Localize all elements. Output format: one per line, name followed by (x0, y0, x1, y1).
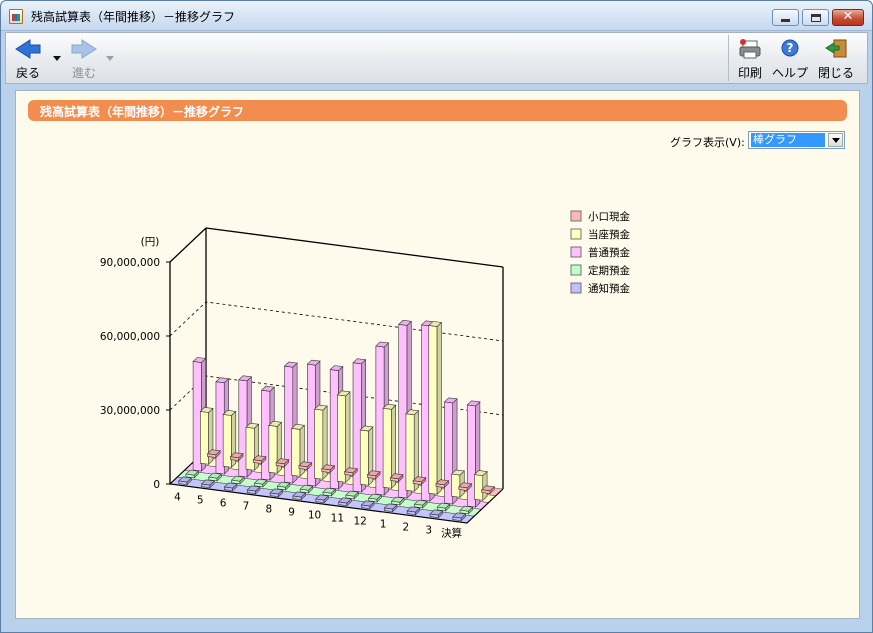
back-dropdown-arrow-icon[interactable] (53, 56, 61, 61)
back-label: 戻る (15, 66, 40, 80)
close-window-button[interactable]: ✕ (832, 9, 864, 26)
forward-dropdown-arrow-icon[interactable] (106, 56, 114, 61)
title-bar: 残高試算表（年間推移）－推移グラフ ✕ (1, 1, 872, 31)
toolbar: 戻る 進む 印刷 ? ヘルプ 閉じる (5, 32, 868, 84)
window-title: 残高試算表（年間推移）－推移グラフ (31, 10, 236, 24)
help-button[interactable]: ? ヘルプ (770, 36, 810, 81)
panel-header-title: 残高試算表（年間推移）－推移グラフ (40, 105, 245, 119)
maximize-button[interactable] (802, 9, 829, 26)
print-label: 印刷 (737, 66, 762, 80)
forward-arrow-icon (71, 39, 97, 59)
forward-button[interactable]: 進む (66, 36, 102, 81)
toolbar-separator (728, 35, 729, 81)
content-panel: 残高試算表（年間推移）－推移グラフ グラフ表示(V): 棒グラフ (15, 90, 860, 619)
close-button[interactable]: 閉じる (814, 36, 858, 81)
app-icon (9, 9, 23, 24)
help-label: ヘルプ (771, 66, 808, 80)
minimize-icon (781, 19, 790, 22)
graph-display-label: グラフ表示(V): (670, 136, 745, 149)
forward-label: 進む (71, 66, 96, 80)
minimize-button[interactable] (772, 9, 799, 26)
exit-door-icon (825, 39, 847, 58)
graph-type-select[interactable]: 棒グラフ (748, 131, 845, 149)
chevron-down-icon[interactable] (828, 133, 843, 147)
printer-icon (739, 39, 761, 59)
maximize-icon (811, 14, 821, 22)
panel-header: 残高試算表（年間推移）－推移グラフ (28, 100, 847, 121)
close-icon: ✕ (842, 9, 854, 24)
svg-text:?: ? (787, 41, 794, 55)
print-button[interactable]: 印刷 (734, 36, 766, 81)
close-label: 閉じる (817, 66, 854, 80)
back-arrow-icon (15, 39, 41, 59)
graph-type-value: 棒グラフ (751, 133, 825, 147)
back-button[interactable]: 戻る (12, 36, 44, 81)
app-window: 残高試算表（年間推移）－推移グラフ ✕ 戻る 進む 印刷 ? ヘルプ 閉じる 残… (0, 0, 873, 633)
help-icon: ? (781, 39, 799, 57)
